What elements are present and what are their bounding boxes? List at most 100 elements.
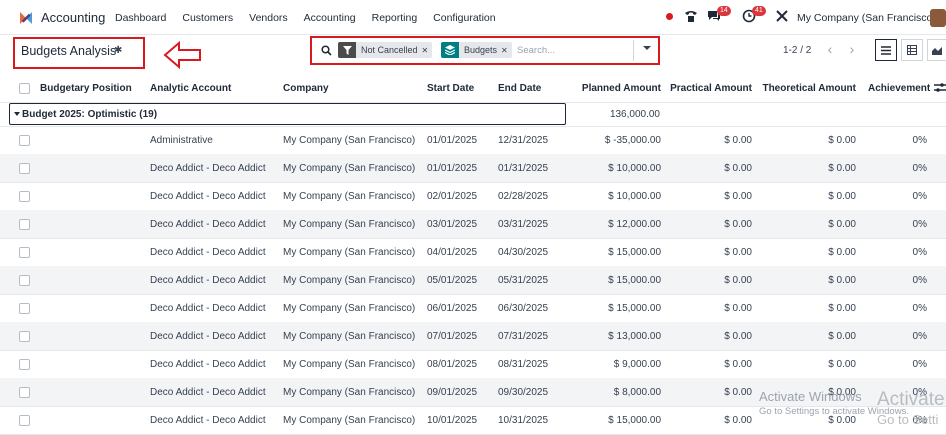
cell-planned-amount: $ -35,000.00 — [604, 135, 661, 146]
cell-start-date: 01/01/2025 — [427, 135, 478, 146]
column-header-budgetary-position[interactable]: Budgetary Position — [40, 83, 132, 94]
menu-vendors[interactable]: Vendors — [249, 12, 288, 24]
activities-button[interactable]: 41 — [742, 6, 766, 25]
company-switcher[interactable]: My Company (San Francisco) — [797, 12, 936, 24]
table-row[interactable]: Deco Addict - Deco Addict My Company (San… — [0, 182, 946, 211]
facet-label: Budgets — [464, 45, 498, 55]
table-row[interactable]: Administrative My Company (San Francisco)… — [0, 126, 946, 155]
row-checkbox[interactable] — [19, 387, 30, 398]
menu-configuration[interactable]: Configuration — [433, 12, 495, 24]
list-view-button[interactable] — [875, 39, 897, 61]
table-row[interactable]: Deco Addict - Deco Addict My Company (San… — [0, 294, 946, 323]
cell-practical-amount: $ 0.00 — [724, 135, 752, 146]
menu-reporting[interactable]: Reporting — [372, 12, 418, 24]
cell-end-date: 04/30/2025 — [498, 247, 549, 258]
messages-button[interactable]: 14 — [707, 6, 731, 25]
facet-label: Not Cancelled — [361, 45, 418, 55]
watermark-title-duplicate: Activate — [877, 389, 945, 410]
cell-company: My Company (San Francisco) — [283, 219, 416, 230]
gear-icon[interactable]: ✱ — [114, 45, 122, 56]
cell-achievement: 0% — [912, 247, 927, 258]
tools-icon[interactable] — [776, 10, 788, 22]
column-header-start-date[interactable]: Start Date — [427, 83, 474, 94]
row-checkbox[interactable] — [19, 247, 30, 258]
column-header-end-date[interactable]: End Date — [498, 83, 541, 94]
cell-analytic-account: Deco Addict - Deco Addict — [150, 275, 266, 286]
search-input[interactable]: Search... — [517, 45, 555, 56]
cell-company: My Company (San Francisco) — [283, 359, 416, 370]
column-header-analytic-account[interactable]: Analytic Account — [150, 83, 231, 94]
row-checkbox[interactable] — [19, 359, 30, 370]
cell-end-date: 05/31/2025 — [498, 275, 549, 286]
accounting-app-icon[interactable] — [18, 10, 34, 26]
select-all-checkbox[interactable] — [19, 83, 30, 94]
cell-theoretical-amount: $ 0.00 — [828, 219, 856, 230]
watermark-subtitle-duplicate: Go to Setti — [877, 412, 939, 427]
cell-analytic-account: Deco Addict - Deco Addict — [150, 247, 266, 258]
cell-analytic-account: Deco Addict - Deco Addict — [150, 359, 266, 370]
column-header-planned-amount[interactable]: Planned Amount — [582, 83, 661, 94]
user-avatar[interactable] — [930, 9, 946, 27]
row-checkbox[interactable] — [19, 163, 30, 174]
cell-start-date: 09/01/2025 — [427, 387, 478, 398]
facet-not-cancelled[interactable]: Not Cancelled ✕ — [338, 42, 433, 58]
menu-customers[interactable]: Customers — [182, 12, 233, 24]
status-dot-icon — [666, 13, 673, 20]
pager-value[interactable]: 1-2 / 2 — [783, 45, 811, 56]
cell-end-date: 03/31/2025 — [498, 219, 549, 230]
column-header-theoretical-amount[interactable]: Theoretical Amount — [762, 83, 856, 94]
menu-accounting[interactable]: Accounting — [304, 12, 356, 24]
chevron-down-icon[interactable] — [643, 46, 651, 50]
row-checkbox[interactable] — [19, 191, 30, 202]
column-header-practical-amount[interactable]: Practical Amount — [670, 83, 752, 94]
row-checkbox[interactable] — [19, 331, 30, 342]
table-row[interactable]: Deco Addict - Deco Addict My Company (San… — [0, 350, 946, 379]
row-checkbox[interactable] — [19, 219, 30, 230]
cell-company: My Company (San Francisco) — [283, 163, 416, 174]
app-name[interactable]: Accounting — [41, 10, 105, 25]
cell-company: My Company (San Francisco) — [283, 275, 416, 286]
row-checkbox[interactable] — [19, 415, 30, 426]
caret-down-icon[interactable] — [14, 112, 20, 116]
table-row[interactable]: Deco Addict - Deco Addict My Company (San… — [0, 238, 946, 267]
cell-start-date: 10/01/2025 — [427, 415, 478, 426]
row-checkbox[interactable] — [19, 303, 30, 314]
next-page-button[interactable]: › — [843, 41, 861, 59]
cell-achievement: 0% — [912, 219, 927, 230]
close-icon[interactable]: ✕ — [501, 46, 512, 55]
search-icon[interactable] — [321, 45, 332, 56]
cell-company: My Company (San Francisco) — [283, 247, 416, 258]
table-row[interactable]: Deco Addict - Deco Addict My Company (San… — [0, 322, 946, 351]
previous-page-button[interactable]: ‹ — [821, 41, 839, 59]
column-header-company[interactable]: Company — [283, 83, 329, 94]
cell-achievement: 0% — [912, 191, 927, 202]
cell-start-date: 03/01/2025 — [427, 219, 478, 230]
close-icon[interactable]: ✕ — [422, 46, 433, 55]
group-label[interactable]: Budget 2025: Optimistic (19) — [22, 109, 157, 120]
row-checkbox[interactable] — [19, 275, 30, 286]
messages-count-badge: 14 — [717, 6, 731, 16]
watermark-title: Activate Windows — [759, 389, 862, 404]
area-chart-icon — [932, 46, 942, 55]
table-row[interactable]: Deco Addict - Deco Addict My Company (San… — [0, 266, 946, 295]
facet-budgets[interactable]: Budgets ✕ — [441, 42, 512, 58]
cell-practical-amount: $ 0.00 — [724, 303, 752, 314]
cell-end-date: 06/30/2025 — [498, 303, 549, 314]
optional-columns-icon[interactable] — [934, 83, 946, 93]
column-header-achievement[interactable]: Achievement — [868, 83, 930, 94]
cell-practical-amount: $ 0.00 — [724, 275, 752, 286]
row-checkbox[interactable] — [19, 135, 30, 146]
cell-planned-amount: $ 15,000.00 — [608, 247, 661, 258]
cell-end-date: 08/31/2025 — [498, 359, 549, 370]
table-icon — [907, 45, 917, 55]
cell-theoretical-amount: $ 0.00 — [828, 275, 856, 286]
cell-company: My Company (San Francisco) — [283, 135, 416, 146]
pivot-view-button[interactable] — [901, 39, 923, 61]
table-row[interactable]: Deco Addict - Deco Addict My Company (San… — [0, 154, 946, 183]
graph-view-button[interactable] — [927, 39, 946, 61]
phone-icon[interactable] — [684, 9, 698, 23]
cell-planned-amount: $ 15,000.00 — [608, 303, 661, 314]
menu-dashboard[interactable]: Dashboard — [115, 12, 166, 24]
cell-planned-amount: $ 12,000.00 — [608, 219, 661, 230]
table-row[interactable]: Deco Addict - Deco Addict My Company (San… — [0, 210, 946, 239]
